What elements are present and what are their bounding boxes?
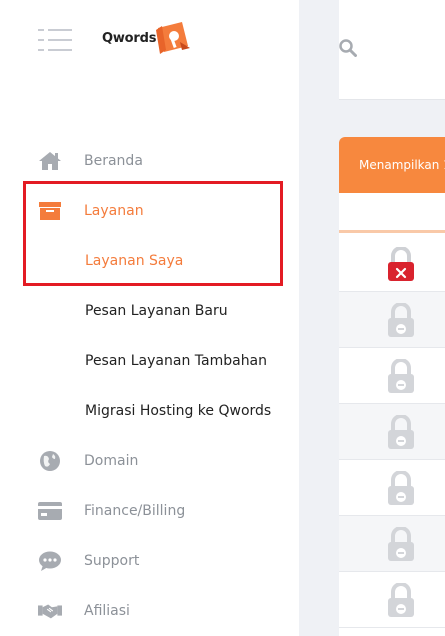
lock-grey-minus-icon (388, 471, 414, 505)
sidebar-subitem-layanan-saya[interactable]: Layanan Saya (0, 236, 299, 286)
sidebar-subitem-label: Pesan Layanan Tambahan (85, 353, 268, 369)
sidebar-item-layanan[interactable]: Layanan (0, 186, 299, 236)
sidebar-subitem-migrasi-hosting[interactable]: Migrasi Hosting ke Qwords (0, 386, 299, 436)
sidebar-item-label: Layanan (84, 203, 144, 219)
lock-red-x-icon (388, 247, 414, 281)
table-row[interactable] (339, 460, 445, 516)
lock-grey-minus-icon (388, 527, 414, 561)
chat-bubble-icon (38, 549, 62, 573)
lock-grey-minus-icon (388, 583, 414, 617)
search-bar[interactable] (339, 0, 445, 100)
qwords-logo-icon (156, 22, 190, 54)
sidebar-item-support[interactable]: Support (0, 536, 299, 586)
table-row[interactable] (339, 404, 445, 460)
table-subheader (339, 193, 445, 233)
sidebar-item-label: Beranda (84, 153, 143, 169)
lock-grey-minus-icon (388, 303, 414, 337)
lock-grey-minus-icon (388, 415, 414, 449)
services-table: Menampilkan 1 (339, 137, 445, 636)
home-icon (38, 149, 62, 173)
sidebar-item-afiliasi[interactable]: Afiliasi (0, 586, 299, 636)
sidebar-subitem-label: Pesan Layanan Baru (85, 303, 228, 319)
archive-box-icon (38, 199, 62, 223)
sidebar-item-label: Finance/Billing (84, 503, 186, 519)
credit-card-icon (38, 499, 62, 523)
sidebar-item-label: Support (84, 553, 140, 569)
sidebar-subitem-pesan-layanan-tambahan[interactable]: Pesan Layanan Tambahan (0, 336, 299, 386)
sidebar-subitem-pesan-layanan-baru[interactable]: Pesan Layanan Baru (0, 286, 299, 336)
table-header: Menampilkan 1 (339, 137, 445, 193)
sidebar-item-label: Afiliasi (84, 603, 130, 619)
handshake-icon (38, 599, 62, 623)
table-row[interactable] (339, 516, 445, 572)
table-row[interactable] (339, 572, 445, 628)
sidebar: Qwords Beranda Layanan Layanan Saya Pesa… (0, 0, 299, 636)
table-row[interactable] (339, 292, 445, 348)
hamburger-menu-icon[interactable] (38, 29, 72, 51)
lock-grey-minus-icon (388, 359, 414, 393)
globe-icon (38, 449, 62, 473)
sidebar-subitem-label: Layanan Saya (85, 253, 184, 269)
logo[interactable]: Qwords (102, 20, 190, 56)
search-icon[interactable] (339, 39, 357, 57)
sidebar-item-domain[interactable]: Domain (0, 436, 299, 486)
logo-text: Qwords (102, 30, 157, 46)
main-content: Menampilkan 1 (299, 0, 445, 636)
sidebar-item-finance-billing[interactable]: Finance/Billing (0, 486, 299, 536)
table-row[interactable] (339, 348, 445, 404)
sidebar-item-label: Domain (84, 453, 139, 469)
table-header-text: Menampilkan 1 (359, 158, 445, 172)
sidebar-item-beranda[interactable]: Beranda (0, 136, 299, 186)
table-row[interactable] (339, 236, 445, 292)
sidebar-subitem-label: Migrasi Hosting ke Qwords (85, 403, 272, 419)
